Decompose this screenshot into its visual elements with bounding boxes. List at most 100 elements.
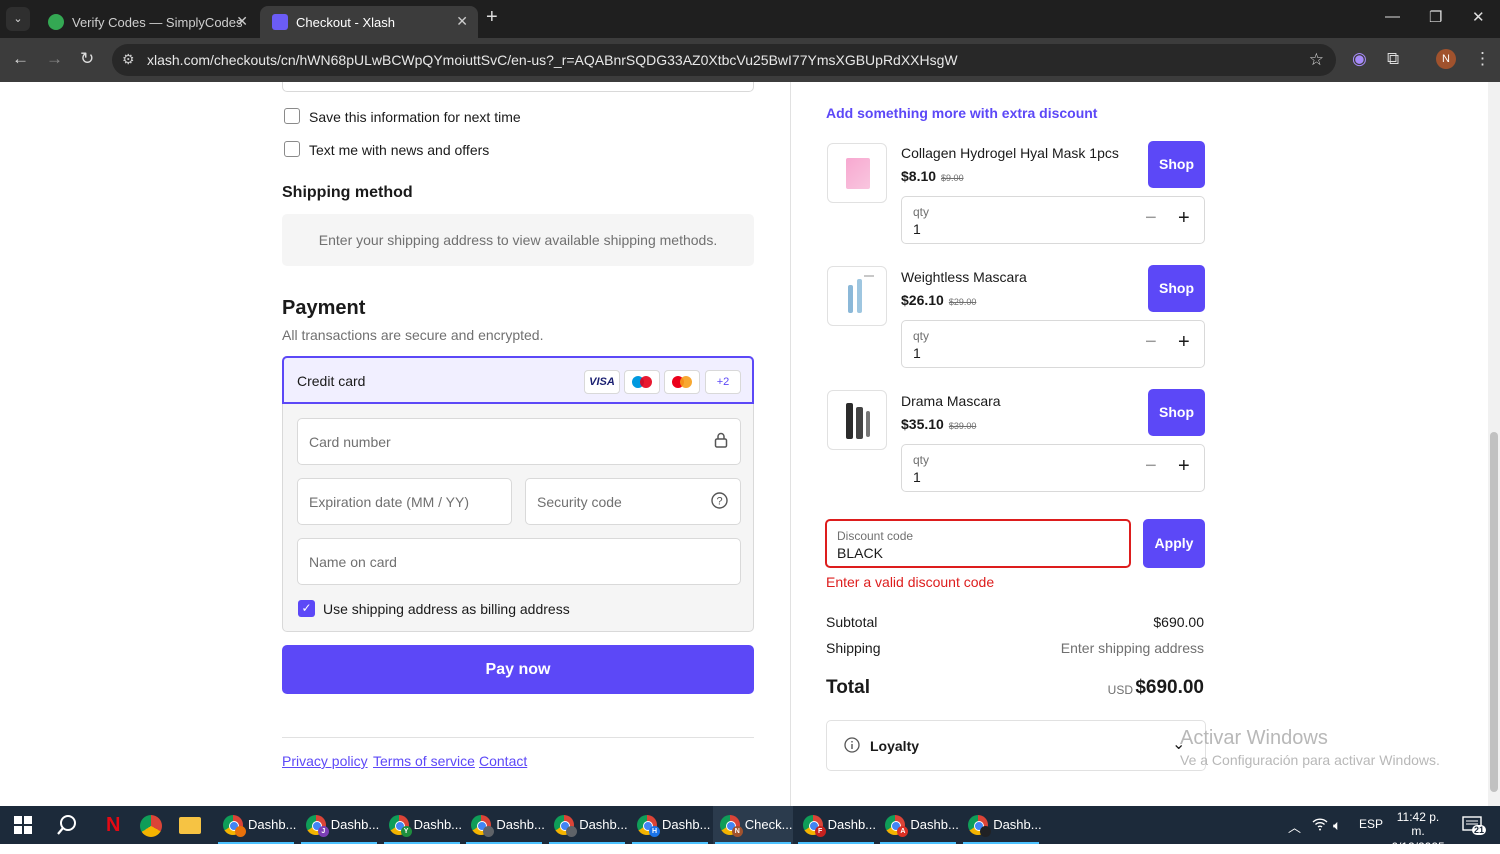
close-window-icon[interactable]: ✕ xyxy=(1472,8,1485,26)
tab-simplycodes[interactable]: Verify Codes — SimplyCodes ✕ xyxy=(36,6,258,38)
profile-badge xyxy=(483,826,495,837)
help-circle-icon[interactable]: ? xyxy=(711,492,728,514)
notifications-icon[interactable]: 21 xyxy=(1462,816,1487,837)
back-icon[interactable]: ← xyxy=(12,49,29,69)
shop-button[interactable]: Shop xyxy=(1148,265,1205,312)
extensions-puzzle-icon[interactable]: ⧉ xyxy=(1387,49,1399,69)
security-code-input[interactable]: Security code ? xyxy=(525,478,741,525)
quantity-stepper[interactable]: qty 1 − + xyxy=(901,320,1205,368)
tab-checkout[interactable]: Checkout - Xlash ✕ xyxy=(260,6,478,38)
browser-menu-icon[interactable]: ⋮ xyxy=(1474,49,1491,69)
product-price: $26.10 $29.00 xyxy=(901,292,976,308)
credit-card-option[interactable]: Credit card VISA +2 xyxy=(282,356,754,404)
taskbar-app-button[interactable]: Dashb... xyxy=(464,806,545,844)
file-explorer-icon[interactable] xyxy=(179,817,201,834)
product-image-mask xyxy=(827,143,887,203)
taskbar-app-button[interactable]: Dashb... xyxy=(216,806,296,844)
shipping-value: Enter shipping address xyxy=(1060,640,1204,656)
qty-label: qty xyxy=(913,329,930,343)
taskbar-app-button[interactable]: H Dashb... xyxy=(630,806,710,844)
taskbar-app-button[interactable]: F Dashb... xyxy=(796,806,876,844)
footer-divider xyxy=(282,737,754,738)
apply-discount-button[interactable]: Apply xyxy=(1143,519,1205,568)
current-price: $8.10 xyxy=(901,168,937,184)
tab-search-icon[interactable]: ⌄ xyxy=(6,7,30,31)
billing-address-label: Use shipping address as billing address xyxy=(323,601,570,617)
current-price: $35.10 xyxy=(901,416,944,432)
contact-link[interactable]: Contact xyxy=(479,753,527,769)
close-tab-icon[interactable]: ✕ xyxy=(456,13,468,30)
site-info-icon[interactable]: ⚙ xyxy=(122,51,135,68)
profile-avatar[interactable]: N xyxy=(1436,49,1456,69)
extension-icon[interactable]: ◉ xyxy=(1352,49,1367,69)
taskbar-app-label: Dashb... xyxy=(330,817,380,832)
product-image-weightless-mascara xyxy=(827,266,887,326)
name-on-card-input[interactable]: Name on card xyxy=(297,538,741,585)
page-scrollbar[interactable] xyxy=(1488,82,1500,806)
save-info-checkbox[interactable] xyxy=(284,108,300,124)
windows-start-icon[interactable] xyxy=(14,816,32,839)
quantity-stepper[interactable]: qty 1 − + xyxy=(901,196,1205,244)
minimize-icon[interactable]: — xyxy=(1385,8,1400,25)
upsell-title: Add something more with extra discount xyxy=(826,105,1098,121)
billing-address-checkbox[interactable]: ✓ xyxy=(298,600,315,617)
privacy-policy-link[interactable]: Privacy policy xyxy=(282,753,368,769)
new-tab-icon[interactable]: + xyxy=(486,6,498,29)
address-field-bottom-edge[interactable] xyxy=(282,82,754,92)
loyalty-section[interactable]: Loyalty ⌄ xyxy=(826,720,1206,771)
payment-title: Payment xyxy=(282,297,366,319)
close-tab-icon[interactable]: ✕ xyxy=(236,13,248,30)
search-icon[interactable] xyxy=(56,814,78,841)
expiration-placeholder: Expiration date (MM / YY) xyxy=(309,494,470,510)
forward-icon[interactable]: → xyxy=(46,49,63,69)
language-indicator[interactable]: ESP xyxy=(1359,817,1383,831)
clock[interactable]: 11:42 p. m. 6/12/2025 xyxy=(1390,810,1446,854)
terms-of-service-link[interactable]: Terms of service xyxy=(373,753,475,769)
profile-badge: A xyxy=(897,826,909,837)
discount-code-input[interactable]: Discount code BLACK xyxy=(825,519,1131,568)
xlash-favicon-icon xyxy=(272,14,288,30)
bookmark-star-icon[interactable]: ☆ xyxy=(1309,50,1324,70)
taskbar-app-button[interactable]: J Dashb... xyxy=(299,806,379,844)
quantity-stepper[interactable]: qty 1 − + xyxy=(901,444,1205,492)
shop-button[interactable]: Shop xyxy=(1148,141,1205,188)
netflix-icon[interactable]: N xyxy=(106,814,120,837)
qty-label: qty xyxy=(913,453,930,467)
taskbar-app-label: Dashb... xyxy=(579,817,628,832)
wifi-icon[interactable] xyxy=(1312,817,1328,834)
name-on-card-placeholder: Name on card xyxy=(309,554,397,570)
increase-qty-icon[interactable]: + xyxy=(1178,455,1190,478)
reload-icon[interactable]: ↻ xyxy=(80,49,94,69)
taskbar-app-button[interactable]: Dashb... xyxy=(547,806,628,844)
decrease-qty-icon[interactable]: − xyxy=(1145,207,1157,230)
pay-now-button[interactable]: Pay now xyxy=(282,645,754,694)
restore-icon[interactable]: ❐ xyxy=(1429,8,1442,26)
decrease-qty-icon[interactable]: − xyxy=(1145,455,1157,478)
text-me-checkbox[interactable] xyxy=(284,141,300,157)
old-price: $9.00 xyxy=(941,173,964,183)
shop-button[interactable]: Shop xyxy=(1148,389,1205,436)
increase-qty-icon[interactable]: + xyxy=(1178,207,1190,230)
expiration-date-input[interactable]: Expiration date (MM / YY) xyxy=(297,478,512,525)
increase-qty-icon[interactable]: + xyxy=(1178,331,1190,354)
scrollbar-thumb[interactable] xyxy=(1490,432,1498,792)
card-number-input[interactable]: Card number xyxy=(297,418,741,465)
shipping-label: Shipping xyxy=(826,640,881,656)
text-me-label: Text me with news and offers xyxy=(309,142,490,158)
taskbar-app-button[interactable]: Dashb... xyxy=(961,806,1042,844)
discount-code-label: Discount code xyxy=(837,529,914,543)
shipping-method-placeholder: Enter your shipping address to view avai… xyxy=(282,214,754,266)
volume-icon[interactable]: 🔈︎ xyxy=(1333,817,1341,834)
windows-activation-subtitle: Ve a Configuración para activar Windows. xyxy=(1180,752,1440,768)
address-bar[interactable]: ⚙ xlash.com/checkouts/cn/hWN68pULwBCWpQY… xyxy=(112,44,1336,76)
taskbar-app-button[interactable]: Y Dashb... xyxy=(382,806,462,844)
decrease-qty-icon[interactable]: − xyxy=(1145,331,1157,354)
mastercard-icon xyxy=(664,370,700,394)
chrome-icon[interactable] xyxy=(140,815,162,837)
tray-chevron-icon[interactable]: ︿ xyxy=(1288,817,1301,836)
maestro-icon xyxy=(624,370,660,394)
taskbar-app-button[interactable]: N Check... xyxy=(712,806,793,844)
taskbar-app-button[interactable]: A Dashb... xyxy=(878,806,959,844)
taskbar-app-label: Check... xyxy=(744,817,793,832)
credit-card-label: Credit card xyxy=(297,373,366,389)
